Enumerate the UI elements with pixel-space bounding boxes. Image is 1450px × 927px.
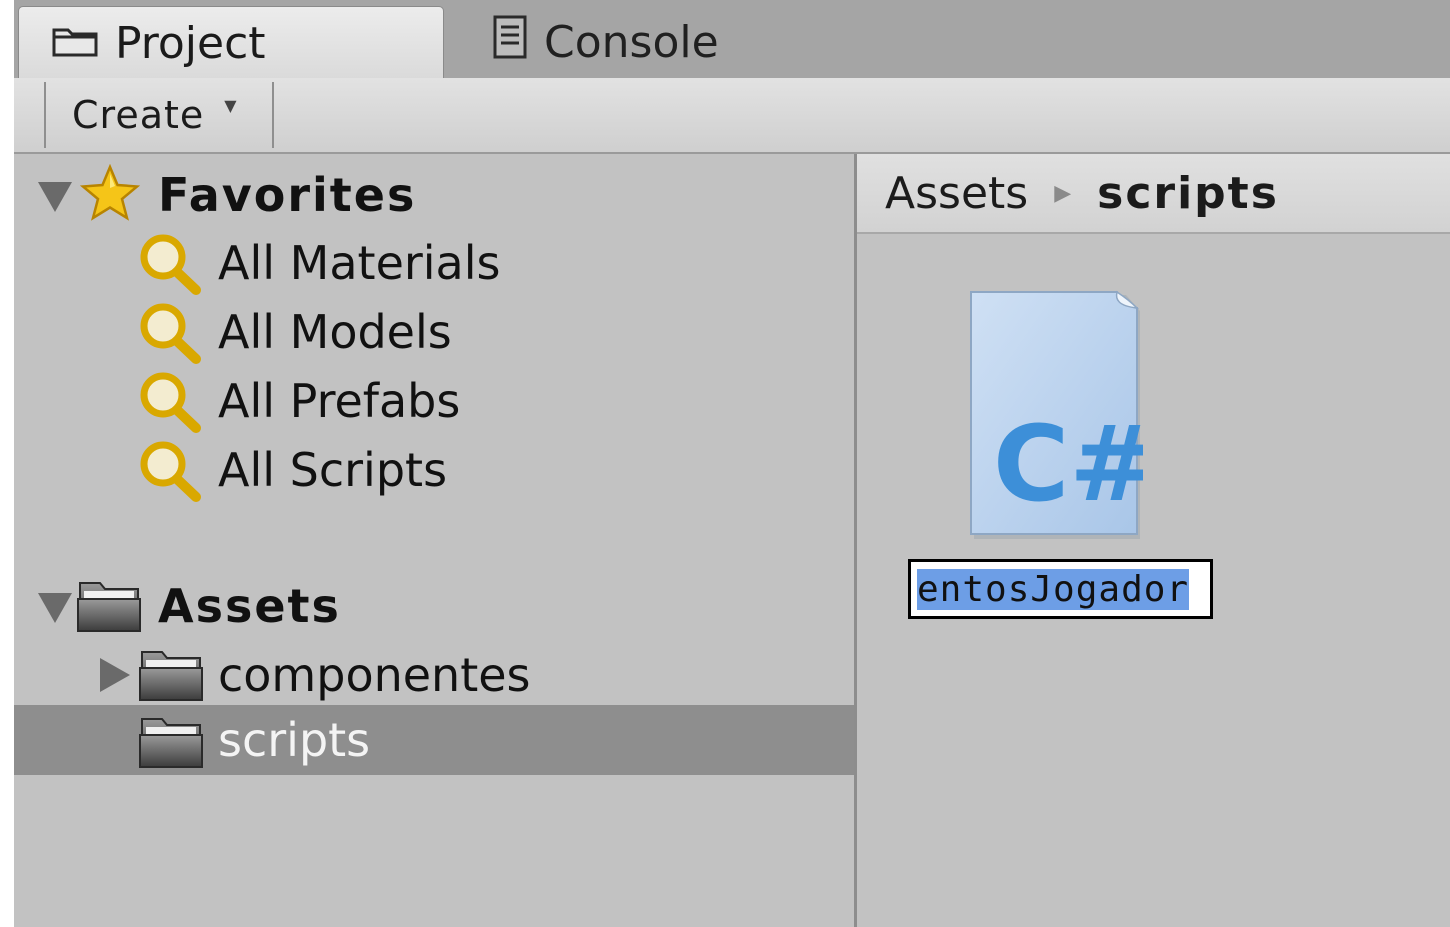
folder-tree-panel: Favorites All Materials All Models All P… [14,154,854,927]
tab-console[interactable]: Console [492,6,812,78]
chevron-down-icon: ▼ [224,95,237,115]
favorite-item-label: All Scripts [218,443,448,497]
favorite-item-all-scripts[interactable]: All Scripts [14,435,854,505]
search-icon [138,301,204,376]
search-icon [138,439,204,514]
breadcrumb-item-scripts[interactable]: scripts [1097,168,1279,219]
asset-rename-text[interactable]: entosJogador [917,568,1190,610]
tab-project[interactable]: Project [18,6,444,79]
asset-rename-field[interactable]: entosJogador [908,559,1213,619]
csharp-script-icon: C# [970,290,1156,539]
folder-icon [51,18,99,69]
favorite-item-all-models[interactable]: All Models [14,297,854,367]
favorite-item-label: All Materials [218,236,501,290]
csharp-label: C# [993,403,1143,525]
search-icon [138,370,204,445]
project-window: Project Console Create ▼ Favorites All M… [14,0,1450,927]
favorite-item-label: All Prefabs [218,374,461,428]
star-icon [79,163,141,235]
assets-label: Assets [158,579,341,633]
create-label: Create [72,93,205,137]
collapse-triangle-icon[interactable] [38,182,72,212]
favorite-item-all-prefabs[interactable]: All Prefabs [14,366,854,436]
tab-project-label: Project [115,17,266,69]
favorite-item-all-materials[interactable]: All Materials [14,228,854,298]
folder-item-label: scripts [218,713,371,767]
folder-icon [76,577,142,646]
folder-item-label: componentes [218,648,531,702]
assets-header[interactable]: Assets [14,571,854,641]
toolbar: Create ▼ [14,78,1450,154]
search-icon [138,232,204,307]
folder-item-componentes[interactable]: componentes [14,640,854,710]
tab-console-label: Console [544,16,719,68]
console-icon [492,14,528,71]
favorites-label: Favorites [158,168,417,222]
breadcrumb-separator-icon: ▶ [1054,180,1072,206]
script-asset-tile[interactable]: C# [955,290,1156,540]
create-dropdown-button[interactable]: Create ▼ [44,82,274,148]
collapse-triangle-icon[interactable] [38,593,72,623]
favorites-header[interactable]: Favorites [14,160,854,230]
favorite-item-label: All Models [218,305,452,359]
expand-triangle-icon[interactable] [100,658,130,692]
asset-browser-panel: Assets ▶ scripts [857,154,1450,927]
tab-bar: Project Console [14,0,1450,80]
breadcrumb-item-assets[interactable]: Assets [885,168,1028,219]
breadcrumb: Assets ▶ scripts [857,154,1450,234]
folder-icon [138,713,204,782]
folder-item-scripts[interactable]: scripts [14,705,854,775]
